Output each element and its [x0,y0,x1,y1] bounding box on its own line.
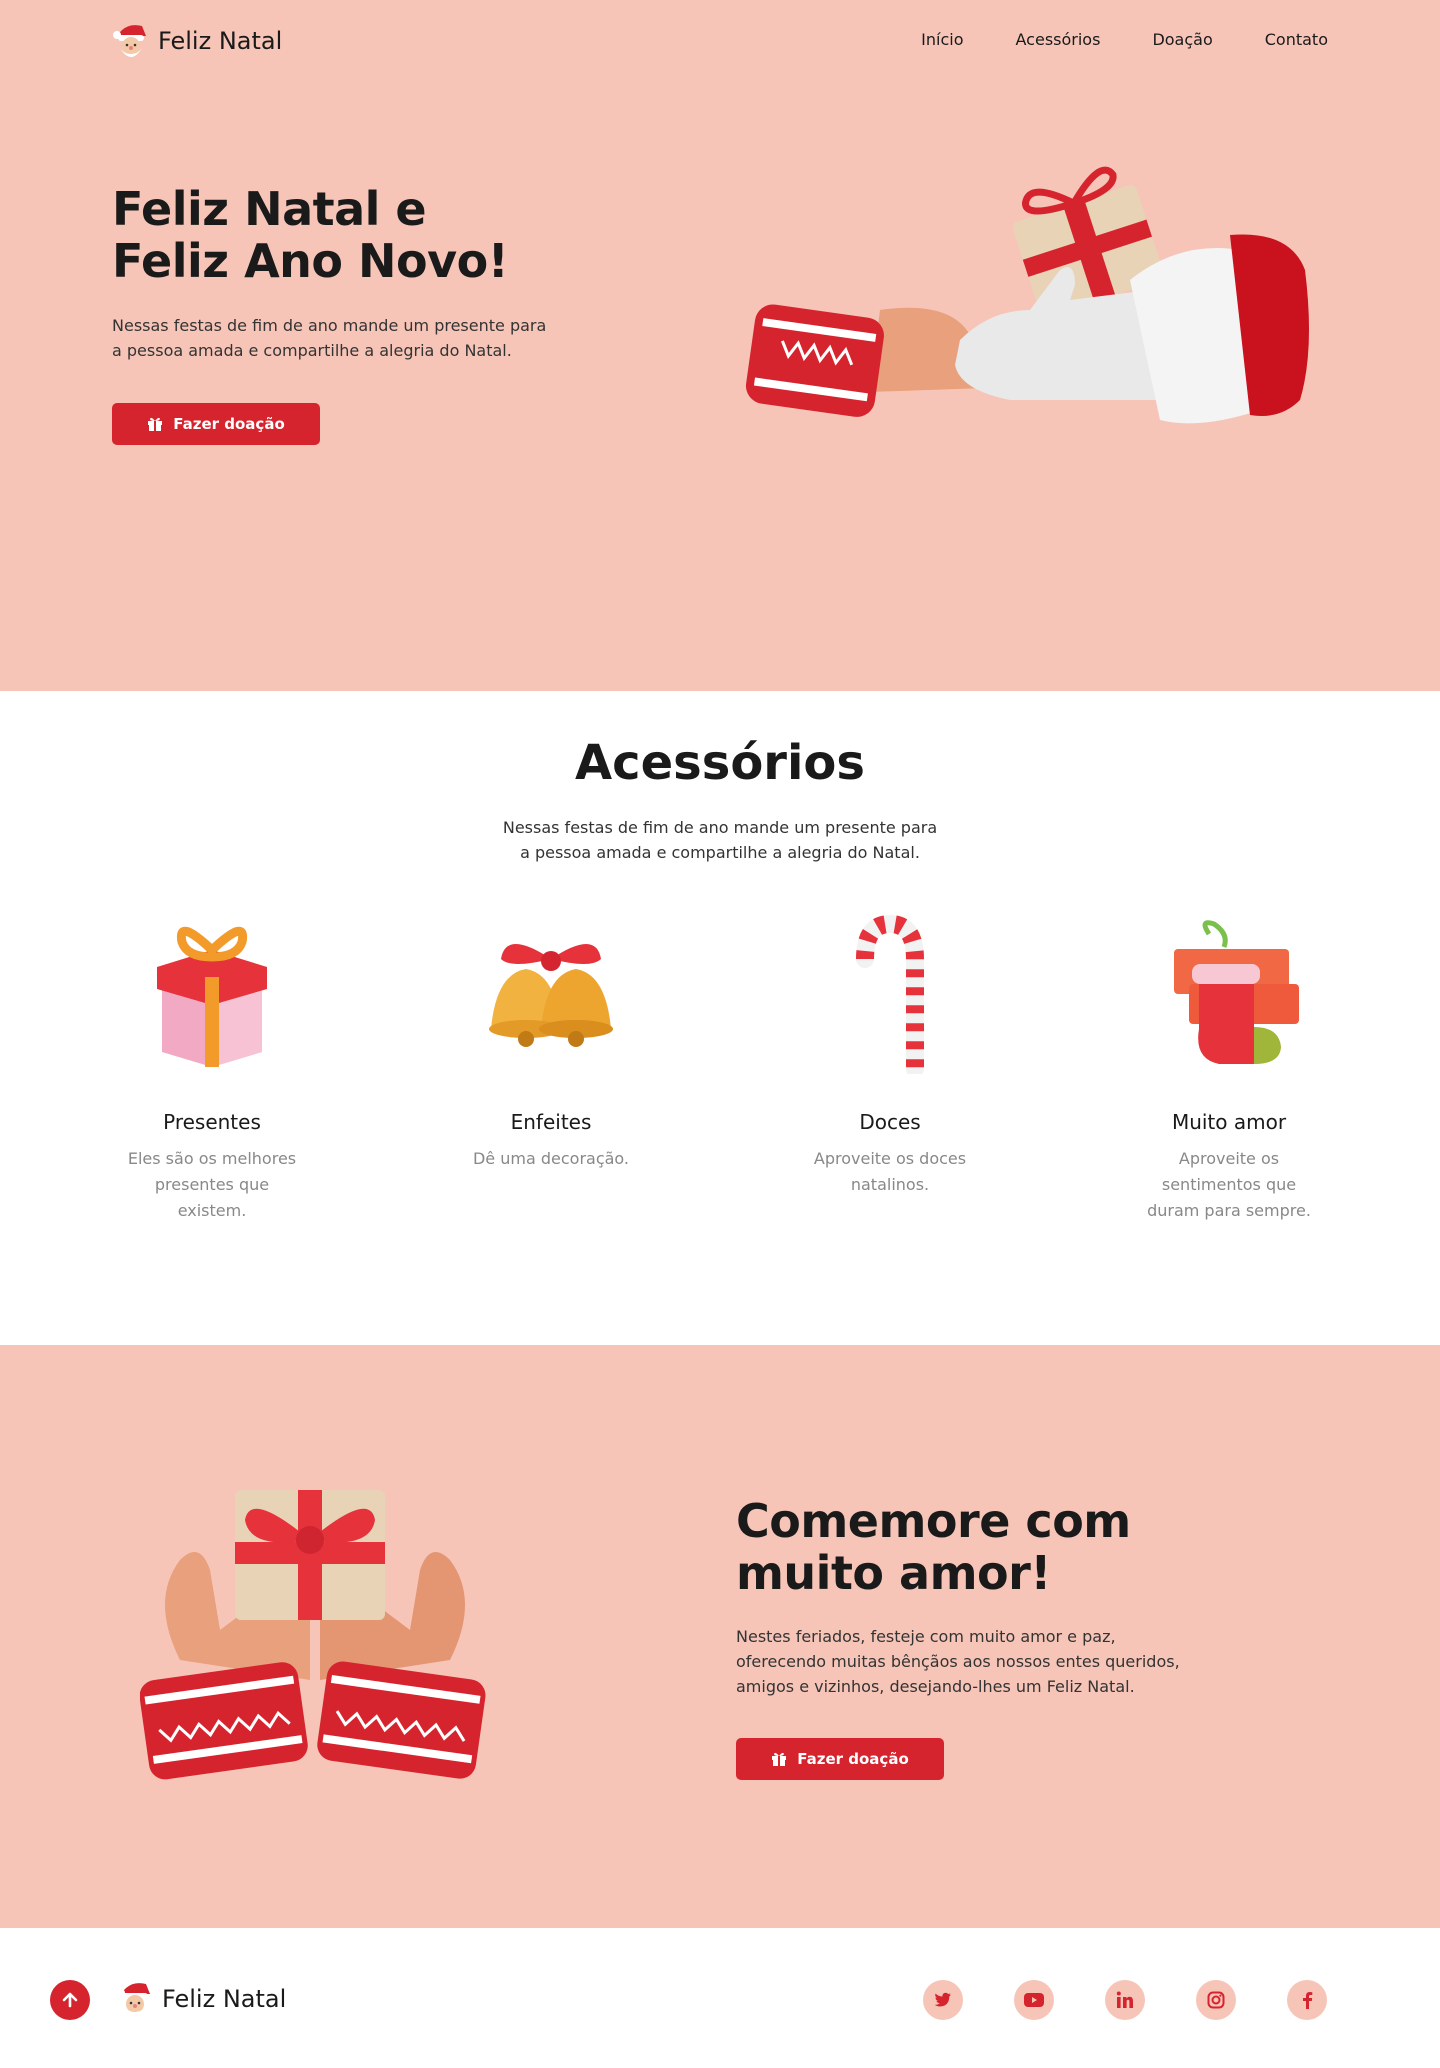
hero-text-line1: Nessas festas de fim de ano mande um pre… [112,316,547,335]
social-facebook-button[interactable] [1287,1980,1327,2020]
main-nav: Início Acessórios Doação Contato [921,30,1328,49]
celebrate-text: Nestes feriados, festeje com muito amor … [736,1624,1256,1699]
santa-icon [117,1983,150,2015]
hands-gift-illustration [745,166,1309,424]
nav-contato[interactable]: Contato [1265,30,1328,49]
gift-icon [772,1752,787,1766]
accessory-card-presentes: Presentes Eles são os melhores presentes… [102,914,322,1224]
celebrate-title: Comemore com muito amor! [736,1495,1131,1599]
celebrate-text-line1: Nestes feriados, festeje com muito amor … [736,1627,1116,1646]
social-youtube-button[interactable] [1014,1980,1054,2020]
celebrate-title-line1: Comemore com [736,1494,1131,1548]
gift-box-icon [157,926,267,1067]
footer: Feliz Natal [0,1928,1440,2068]
hands-holding-gift-illustration [140,1490,486,1780]
hero-donate-label: Fazer doação [173,415,285,433]
footer-logo-text: Feliz Natal [162,1985,287,2013]
hero-title-line1: Feliz Natal e [112,182,427,236]
celebrate-donate-label: Fazer doação [797,1750,909,1768]
accessories-section: Acessórios Nessas festas de fim de ano m… [0,691,1440,1345]
celebrate-title-line2: muito amor! [736,1546,1051,1600]
twitter-icon [934,1992,951,2007]
accessories-text: Nessas festas de fim de ano mande um pre… [470,815,970,865]
youtube-icon [1024,1993,1044,2007]
accessories-text-line2: a pessoa amada e compartilhe a alegria d… [520,843,920,862]
instagram-icon [1207,1991,1225,2009]
social-linkedin-button[interactable] [1105,1980,1145,2020]
celebrate-text-line2: oferecendo muitas bênçãos aos nossos ent… [736,1652,1180,1671]
santa-icon [113,25,146,57]
accessory-desc: Aproveite os sentimentos que duram para … [1147,1149,1311,1220]
celebrate-text-line3: amigos e vizinhos, desejando-lhes um Fel… [736,1677,1135,1696]
logo-text: Feliz Natal [158,27,283,55]
accessory-card-muito-amor: Muito amor Aproveite os sentimentos que … [1119,914,1339,1224]
logo[interactable]: Feliz Natal [112,20,282,62]
social-twitter-button[interactable] [923,1980,963,2020]
hero-title: Feliz Natal e Feliz Ano Novo! [112,182,509,288]
nav-acessorios[interactable]: Acessórios [1016,30,1101,49]
social-instagram-button[interactable] [1196,1980,1236,2020]
scroll-top-button[interactable] [50,1980,90,2020]
accessory-desc: Eles são os melhores presentes que exist… [127,1149,297,1220]
celebrate-donate-button[interactable]: Fazer doação [736,1738,944,1780]
accessory-title: Doces [859,1110,921,1134]
accessory-desc: Aproveite os doces natalinos. [813,1149,967,1194]
accessory-card-enfeites: Enfeites Dê uma decoração. [441,914,661,1172]
hero-text: Nessas festas de fim de ano mande um pre… [112,313,572,363]
bells-icon [489,944,613,1047]
accessory-title: Enfeites [510,1110,592,1134]
facebook-icon [1303,1992,1313,2009]
arrow-up-icon [62,1992,78,2008]
accessory-title: Muito amor [1171,1110,1287,1134]
hero-text-line2: a pessoa amada e compartilhe a alegria d… [112,341,512,360]
gift-icon [148,417,163,431]
accessory-title: Presentes [163,1110,261,1134]
accessories-title: Acessórios [575,735,865,791]
hero-section: Feliz Natal Início Acessórios Doação Con… [0,0,1440,691]
hero-donate-button[interactable]: Fazer doação [112,403,320,445]
stocking-icon [1174,920,1299,1064]
hero-title-line2: Feliz Ano Novo! [112,234,509,288]
nav-doacao[interactable]: Doação [1152,30,1212,49]
linkedin-icon [1116,1991,1133,2008]
celebrate-section: Comemore com muito amor! Nestes feriados… [0,1345,1440,1928]
accessory-desc: Dê uma decoração. [472,1149,630,1168]
accessories-text-line1: Nessas festas de fim de ano mande um pre… [502,818,938,837]
accessory-card-doces: Doces Aproveite os doces natalinos. [780,914,1000,1198]
candy-cane-icon [856,914,924,1074]
footer-logo[interactable]: Feliz Natal [116,1978,286,2020]
nav-inicio[interactable]: Início [921,30,963,49]
